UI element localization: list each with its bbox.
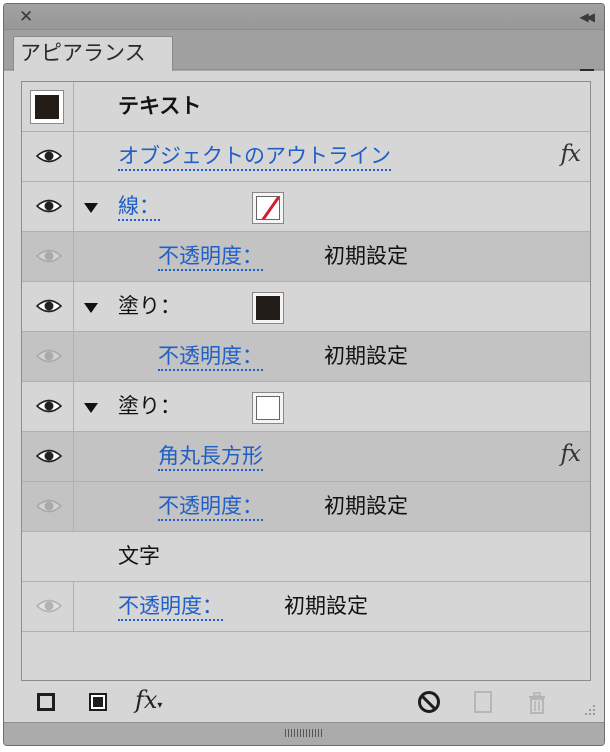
stroke-link: 線： [118,194,160,221]
eye-icon[interactable] [36,348,62,364]
effect-link: オブジェクトのアウトライン [118,144,391,171]
object-type-label: テキスト [118,94,202,118]
appearance-panel: ✕ ◀◀ アピアランス テキスト オブジェクトのアウトライン fx 線： 不透明… [3,3,605,746]
appearance-list: テキスト オブジェクトのアウトライン fx 線： 不透明度： 初期設定 塗り： … [21,81,591,681]
resize-grip-icon[interactable] [582,704,596,718]
opacity-row[interactable]: 不透明度： 初期設定 [22,332,590,382]
collapse-icon[interactable]: ◀◀ [580,8,596,26]
characters-label: 文字 [118,544,160,568]
eye-icon[interactable] [36,248,62,264]
fill-row[interactable]: 塗り： [22,382,590,432]
opacity-value: 初期設定 [324,494,408,518]
opacity-value: 初期設定 [324,244,408,268]
opacity-link: 不透明度： [158,244,263,271]
eye-icon[interactable] [36,148,62,164]
clear-appearance-icon[interactable] [418,691,440,713]
fx-icon[interactable]: fx [561,141,582,167]
trash-icon[interactable] [526,692,548,714]
opacity-value: 初期設定 [324,344,408,368]
disclosure-triangle-icon[interactable] [84,303,98,313]
add-new-fill-icon[interactable] [89,693,107,711]
fill-swatch-white[interactable] [252,392,284,424]
eye-icon[interactable] [36,498,62,514]
effect-link: 角丸長方形 [158,444,263,471]
opacity-link: 不透明度： [158,494,263,521]
add-new-stroke-icon[interactable] [37,693,55,711]
add-new-effect-icon[interactable]: fx▾ [135,686,162,714]
drag-handle[interactable] [285,729,323,737]
eye-icon[interactable] [36,398,62,414]
appearance-header-row[interactable]: テキスト [22,82,590,132]
fill-label: 塗り： [118,294,181,318]
stroke-swatch-none[interactable] [252,192,284,224]
disclosure-triangle-icon[interactable] [84,403,98,413]
panel-footer [4,722,604,745]
eye-icon[interactable] [36,198,62,214]
panel-titlebar: ✕ ◀◀ [4,4,604,30]
fill-swatch-black[interactable] [252,292,284,324]
panel-bottom-bar: fx▾ [4,682,604,722]
tab-appearance[interactable]: アピアランス [13,36,173,71]
fx-icon[interactable]: fx [561,441,582,467]
opacity-link: 不透明度： [158,344,263,371]
object-thumbnail [30,90,64,124]
effect-row[interactable]: オブジェクトのアウトライン fx [22,132,590,182]
opacity-row[interactable]: 不透明度： 初期設定 [22,232,590,282]
characters-row[interactable]: 文字 [22,532,590,582]
stroke-row[interactable]: 線： [22,182,590,232]
fill-row[interactable]: 塗り： [22,282,590,332]
eye-icon[interactable] [36,298,62,314]
panel-content: テキスト オブジェクトのアウトライン fx 線： 不透明度： 初期設定 塗り： … [4,71,604,682]
effect-row[interactable]: 角丸長方形 fx [22,432,590,482]
eye-icon[interactable] [36,598,62,614]
opacity-row[interactable]: 不透明度： 初期設定 [22,482,590,532]
fill-label: 塗り： [118,394,181,418]
duplicate-item-icon[interactable] [474,691,492,713]
close-icon[interactable]: ✕ [19,7,33,27]
opacity-link: 不透明度： [118,594,223,621]
tab-strip: アピアランス [4,30,604,81]
disclosure-triangle-icon[interactable] [84,203,98,213]
opacity-value: 初期設定 [284,594,368,618]
eye-icon[interactable] [36,448,62,464]
opacity-row[interactable]: 不透明度： 初期設定 [22,582,590,632]
